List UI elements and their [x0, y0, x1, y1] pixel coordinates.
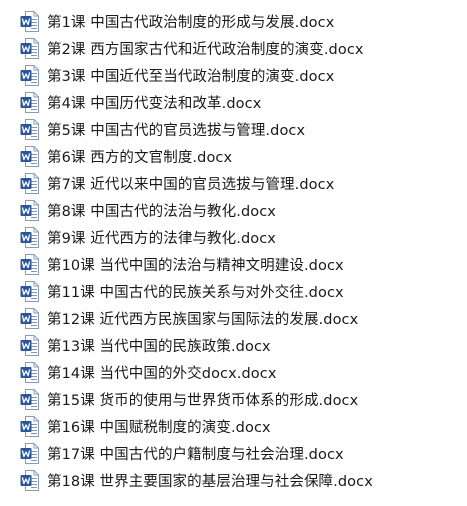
- word-document-icon: [20, 173, 39, 194]
- word-document-icon: [20, 362, 39, 383]
- word-document-icon: [20, 335, 39, 356]
- word-document-icon: [20, 416, 39, 437]
- file-item[interactable]: 第7课 近代以来中国的官员选拔与管理.docx: [0, 170, 467, 197]
- file-name: 第11课 中国古代的民族关系与对外交往.docx: [47, 285, 344, 301]
- file-item[interactable]: 第17课 中国古代的户籍制度与社会治理.docx: [0, 440, 467, 467]
- file-name: 第9课 近代西方的法律与教化.docx: [47, 231, 276, 247]
- file-item[interactable]: 第10课 当代中国的法治与精神文明建设.docx: [0, 251, 467, 278]
- word-document-icon: [20, 443, 39, 464]
- word-document-icon: [20, 92, 39, 113]
- file-name: 第18课 世界主要国家的基层治理与社会保障.docx: [47, 474, 373, 490]
- file-list: 第1课 中国古代政治制度的形成与发展.docx 第2课 西方国家古代和近代政治制度…: [0, 8, 467, 494]
- file-item[interactable]: 第4课 中国历代变法和改革.docx: [0, 89, 467, 116]
- file-item[interactable]: 第16课 中国赋税制度的演变.docx: [0, 413, 467, 440]
- file-name: 第2课 西方国家古代和近代政治制度的演变.docx: [47, 42, 364, 58]
- file-name: 第13课 当代中国的民族政策.docx: [47, 339, 271, 355]
- file-name: 第12课 近代西方民族国家与国际法的发展.docx: [47, 312, 359, 328]
- file-item[interactable]: 第6课 西方的文官制度.docx: [0, 143, 467, 170]
- file-name: 第6课 西方的文官制度.docx: [47, 150, 233, 166]
- file-item[interactable]: 第2课 西方国家古代和近代政治制度的演变.docx: [0, 35, 467, 62]
- file-item[interactable]: 第5课 中国古代的官员选拔与管理.docx: [0, 116, 467, 143]
- file-name: 第10课 当代中国的法治与精神文明建设.docx: [47, 258, 344, 274]
- word-document-icon: [20, 38, 39, 59]
- file-item[interactable]: 第12课 近代西方民族国家与国际法的发展.docx: [0, 305, 467, 332]
- file-name: 第14课 当代中国的外交docx.docx: [47, 366, 277, 382]
- file-name: 第7课 近代以来中国的官员选拔与管理.docx: [47, 177, 335, 193]
- file-name: 第17课 中国古代的户籍制度与社会治理.docx: [47, 447, 344, 463]
- file-name: 第5课 中国古代的官员选拔与管理.docx: [47, 123, 306, 139]
- file-item[interactable]: 第9课 近代西方的法律与教化.docx: [0, 224, 467, 251]
- word-document-icon: [20, 389, 39, 410]
- word-document-icon: [20, 11, 39, 32]
- file-item[interactable]: 第8课 中国古代的法治与教化.docx: [0, 197, 467, 224]
- word-document-icon: [20, 227, 39, 248]
- file-name: 第15课 货币的使用与世界货币体系的形成.docx: [47, 393, 359, 409]
- file-item[interactable]: 第1课 中国古代政治制度的形成与发展.docx: [0, 8, 467, 35]
- word-document-icon: [20, 470, 39, 491]
- file-name: 第1课 中国古代政治制度的形成与发展.docx: [47, 15, 335, 31]
- word-document-icon: [20, 200, 39, 221]
- file-item[interactable]: 第13课 当代中国的民族政策.docx: [0, 332, 467, 359]
- file-name: 第8课 中国古代的法治与教化.docx: [47, 204, 276, 220]
- file-item[interactable]: 第14课 当代中国的外交docx.docx: [0, 359, 467, 386]
- file-item[interactable]: 第15课 货币的使用与世界货币体系的形成.docx: [0, 386, 467, 413]
- file-item[interactable]: 第3课 中国近代至当代政治制度的演变.docx: [0, 62, 467, 89]
- word-document-icon: [20, 65, 39, 86]
- word-document-icon: [20, 119, 39, 140]
- file-name: 第16课 中国赋税制度的演变.docx: [47, 420, 271, 436]
- word-document-icon: [20, 308, 39, 329]
- word-document-icon: [20, 281, 39, 302]
- file-item[interactable]: 第11课 中国古代的民族关系与对外交往.docx: [0, 278, 467, 305]
- word-document-icon: [20, 146, 39, 167]
- file-item[interactable]: 第18课 世界主要国家的基层治理与社会保障.docx: [0, 467, 467, 494]
- word-document-icon: [20, 254, 39, 275]
- file-name: 第4课 中国历代变法和改革.docx: [47, 96, 262, 112]
- file-name: 第3课 中国近代至当代政治制度的演变.docx: [47, 69, 335, 85]
